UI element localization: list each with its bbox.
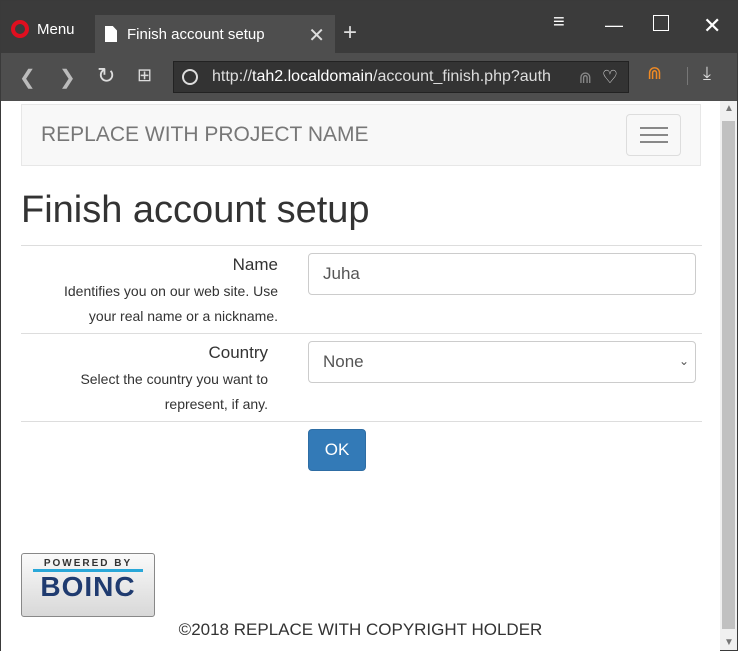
- toolbar-divider: [687, 67, 688, 85]
- forward-icon[interactable]: ❯: [59, 65, 76, 90]
- page-content: REPLACE WITH PROJECT NAME Finish account…: [1, 101, 720, 652]
- document-icon: [105, 26, 117, 42]
- page-title: Finish account setup: [21, 189, 370, 231]
- name-label: Name: [232, 255, 278, 274]
- form-divider: [21, 421, 702, 423]
- heart-icon[interactable]: ♡: [602, 67, 618, 88]
- address-toolbar: ❮ ❯ ↻ ⊞ http://tah2.localdomain/account_…: [1, 53, 737, 101]
- url-text[interactable]: http://tah2.localdomain/account_finish.p…: [212, 68, 564, 86]
- country-select[interactable]: None ⌄: [308, 341, 696, 383]
- hamburger-line: [640, 141, 668, 143]
- speed-dial-icon[interactable]: ⊞: [137, 65, 152, 86]
- minimize-icon[interactable]: —: [605, 15, 623, 36]
- copyright-text: ©2018 REPLACE WITH COPYRIGHT HOLDER: [178, 620, 543, 639]
- tab-finish-account-setup[interactable]: Finish account setup ✕: [95, 15, 335, 53]
- form-row-country: Country Select the country you want to re…: [21, 333, 702, 422]
- menu-label: Menu: [37, 20, 75, 38]
- project-navbar: REPLACE WITH PROJECT NAME: [21, 104, 701, 166]
- hamburger-line: [640, 134, 668, 136]
- scrollbar-thumb[interactable]: [722, 121, 735, 629]
- badge-caption: POWERED BY: [43, 558, 133, 569]
- title-bar: Menu Finish account setup ✕ + ≡ — ✕: [1, 1, 737, 53]
- country-label-group: Country Select the country you want to re…: [8, 343, 268, 417]
- ok-button[interactable]: OK: [308, 429, 366, 471]
- hamburger-line: [640, 127, 668, 129]
- globe-icon: [182, 69, 198, 85]
- tab-menu-icon[interactable]: ≡: [553, 11, 565, 34]
- rss-icon[interactable]: ⋒: [579, 68, 592, 88]
- name-help-text: Identifies you on our web site. Use your …: [63, 283, 278, 324]
- name-input[interactable]: Juha: [308, 253, 696, 295]
- download-icon[interactable]: ⤓: [703, 63, 711, 84]
- close-window-icon[interactable]: ✕: [703, 13, 721, 39]
- name-label-group: Name Identifies you on our web site. Use…: [8, 255, 278, 329]
- chevron-down-icon: ⌄: [678, 354, 689, 368]
- opera-menu-button[interactable]: Menu: [7, 15, 75, 43]
- vertical-scrollbar[interactable]: ▲ ▼: [720, 101, 737, 650]
- tab-title: Finish account setup: [127, 25, 265, 43]
- country-help-text: Select the country you want to represent,…: [80, 371, 268, 412]
- opera-logo-icon: [11, 20, 29, 38]
- nav-toggle-button[interactable]: [626, 114, 681, 156]
- news-feed-icon[interactable]: ⋒: [647, 63, 662, 84]
- country-label: Country: [208, 343, 268, 362]
- close-tab-icon[interactable]: ✕: [308, 23, 325, 48]
- new-tab-icon[interactable]: +: [343, 19, 357, 47]
- form-row-name: Name Identifies you on our web site. Use…: [21, 245, 702, 334]
- boinc-logo: BOINC: [40, 571, 136, 602]
- powered-by-boinc-badge[interactable]: POWERED BY BOINC: [21, 553, 155, 617]
- address-bar[interactable]: http://tah2.localdomain/account_finish.p…: [173, 61, 629, 93]
- scroll-down-icon[interactable]: ▼: [724, 637, 734, 648]
- browser-window: Menu Finish account setup ✕ + ≡ — ✕ ❮ ❯ …: [0, 0, 738, 652]
- back-icon[interactable]: ❮: [19, 65, 36, 90]
- project-brand[interactable]: REPLACE WITH PROJECT NAME: [41, 123, 369, 147]
- maximize-icon[interactable]: [653, 15, 669, 31]
- scroll-up-icon[interactable]: ▲: [724, 103, 734, 114]
- reload-icon[interactable]: ↻: [97, 63, 115, 89]
